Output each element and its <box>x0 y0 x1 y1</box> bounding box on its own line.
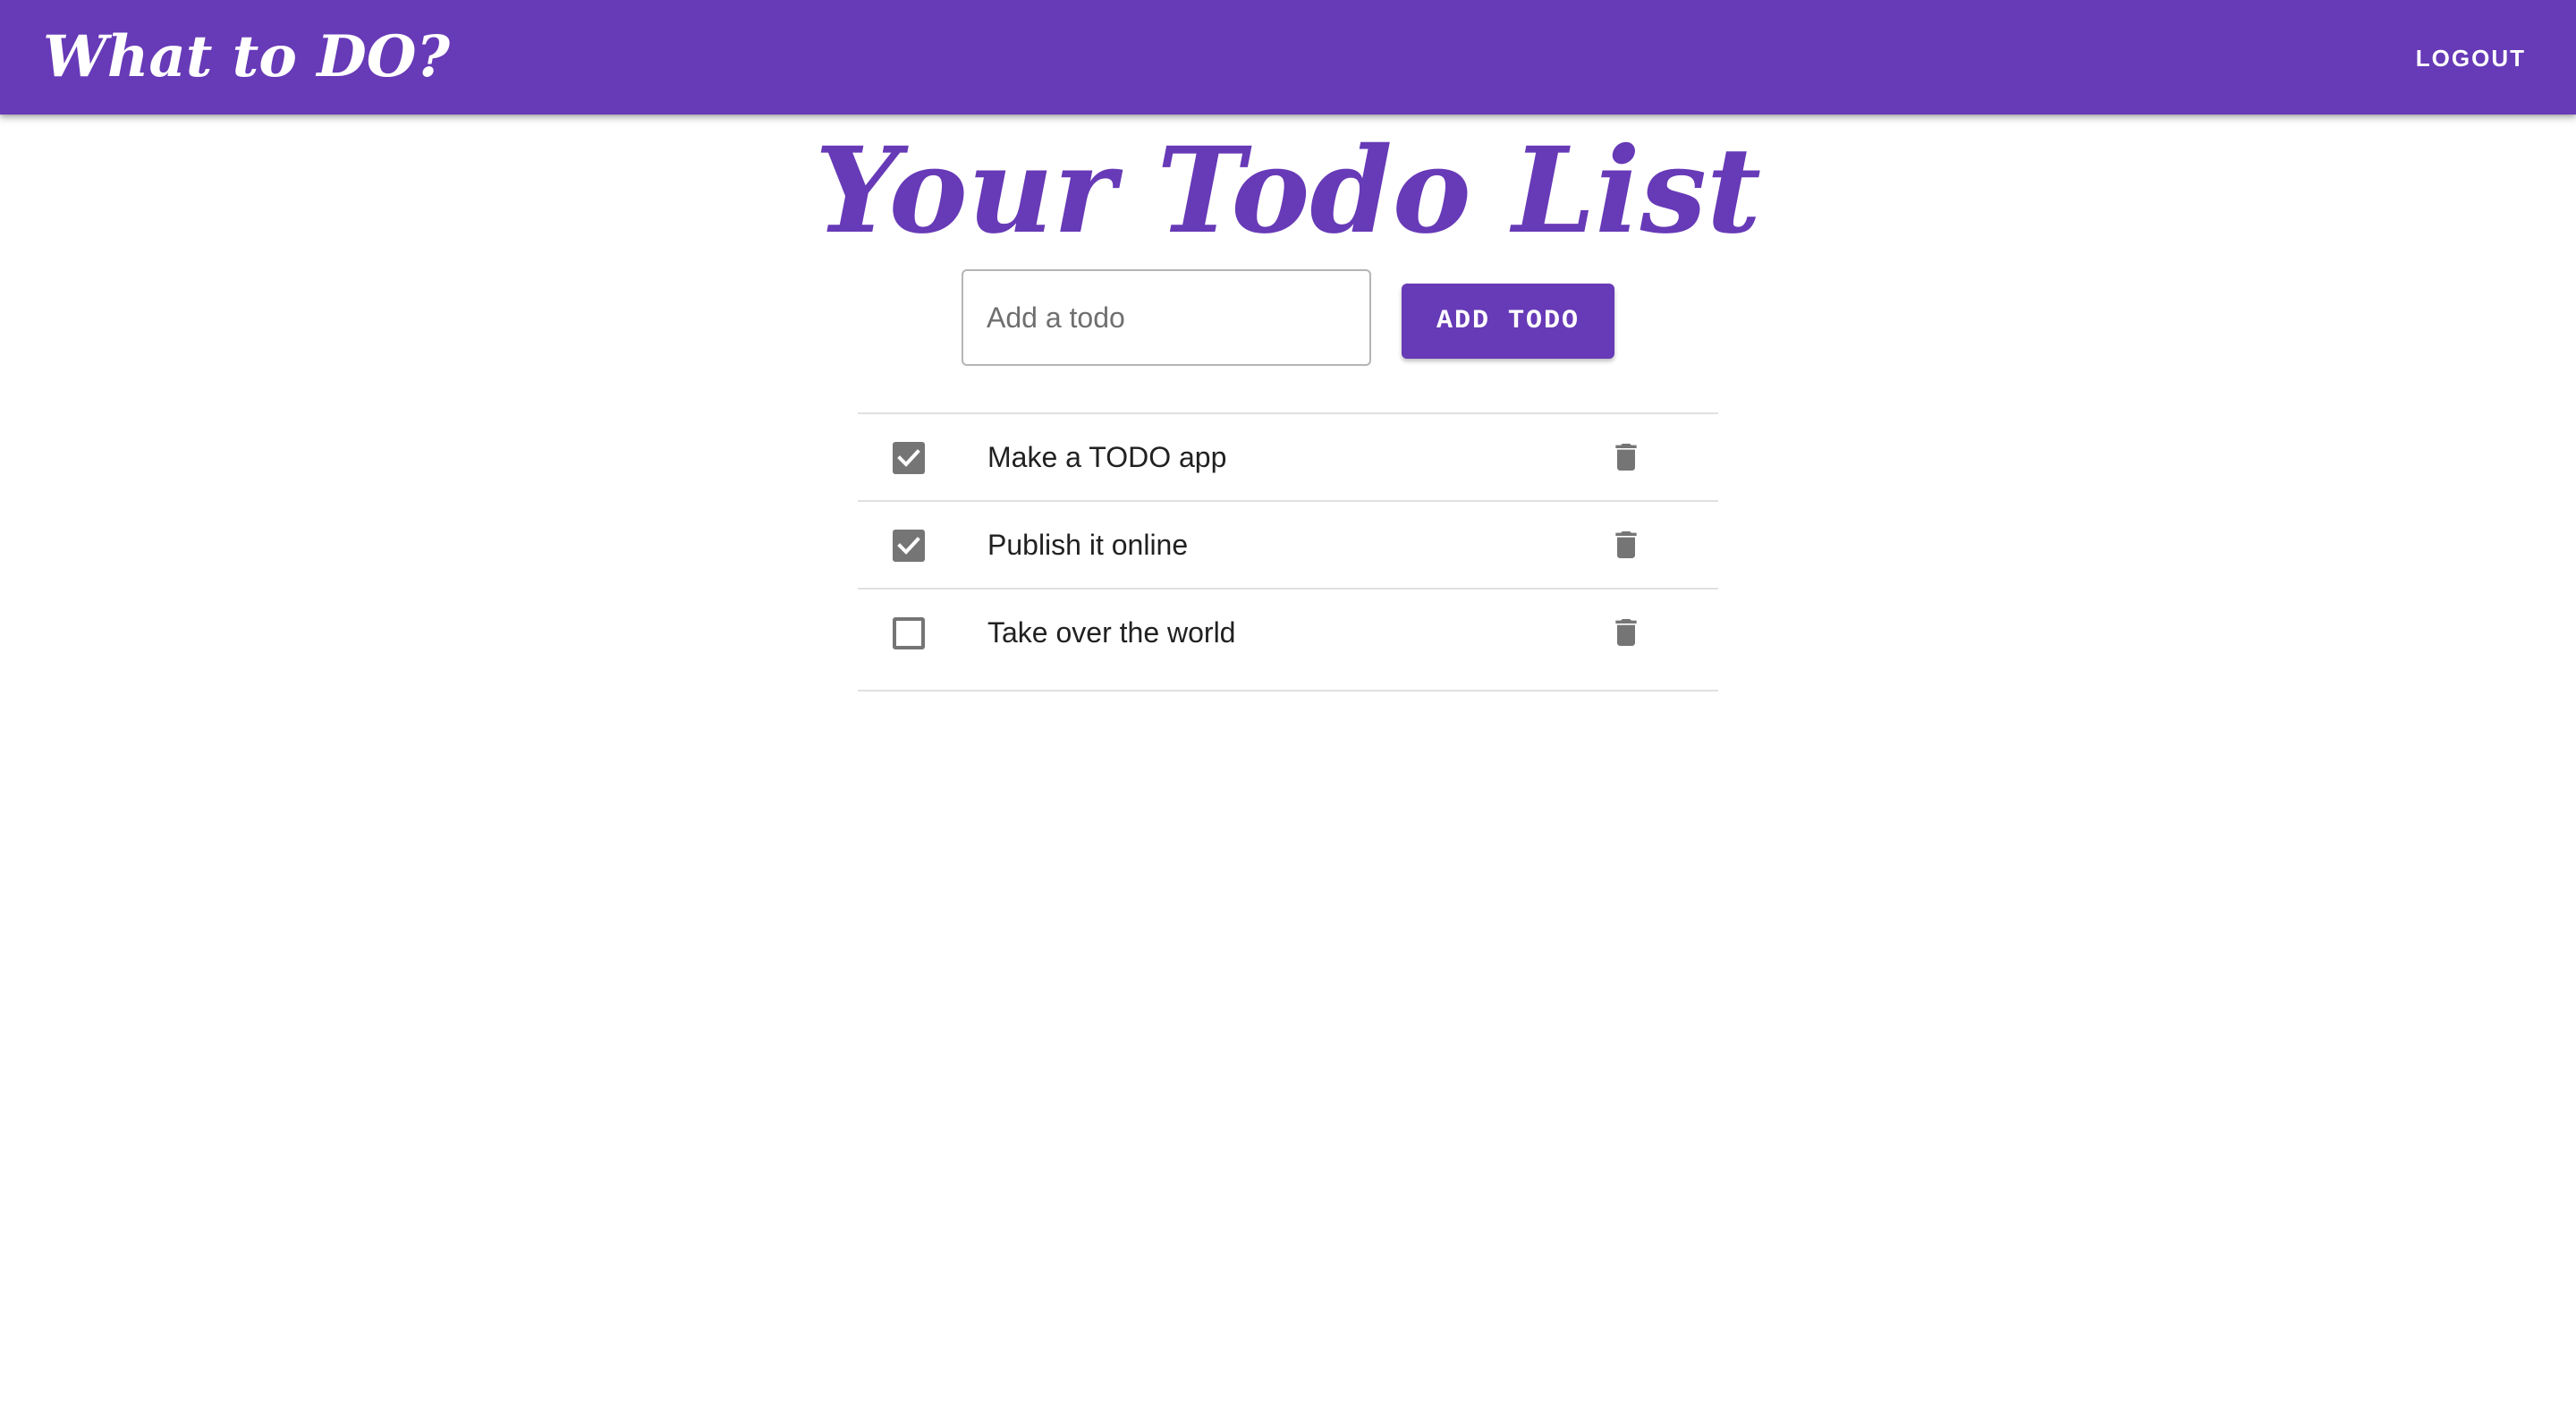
trash-icon[interactable] <box>1608 439 1644 475</box>
checkbox-unchecked[interactable] <box>893 617 925 649</box>
todo-text: Take over the world <box>987 616 1236 649</box>
todo-text: Make a TODO app <box>987 441 1227 473</box>
add-todo-button[interactable]: ADD TODO <box>1402 284 1614 359</box>
todo-list: Make a TODO app Publish it online Take o… <box>858 412 1718 692</box>
todo-item: Make a TODO app <box>858 414 1718 502</box>
checkmark-icon <box>897 537 920 555</box>
app-bar: What to DO? LOGOUT <box>0 0 2576 115</box>
todo-item: Publish it online <box>858 502 1718 590</box>
trash-icon[interactable] <box>1608 527 1644 563</box>
trash-icon[interactable] <box>1608 615 1644 650</box>
checkbox-checked[interactable] <box>893 442 925 474</box>
checkbox-checked[interactable] <box>893 530 925 562</box>
page-title: Your Todo List <box>815 122 1761 260</box>
todo-text: Publish it online <box>987 529 1189 561</box>
checkmark-icon <box>897 449 920 467</box>
todo-input[interactable] <box>962 269 1371 366</box>
todo-item: Take over the world <box>858 590 1718 692</box>
logout-button[interactable]: LOGOUT <box>2416 38 2526 79</box>
app-title: What to DO? <box>43 23 450 90</box>
